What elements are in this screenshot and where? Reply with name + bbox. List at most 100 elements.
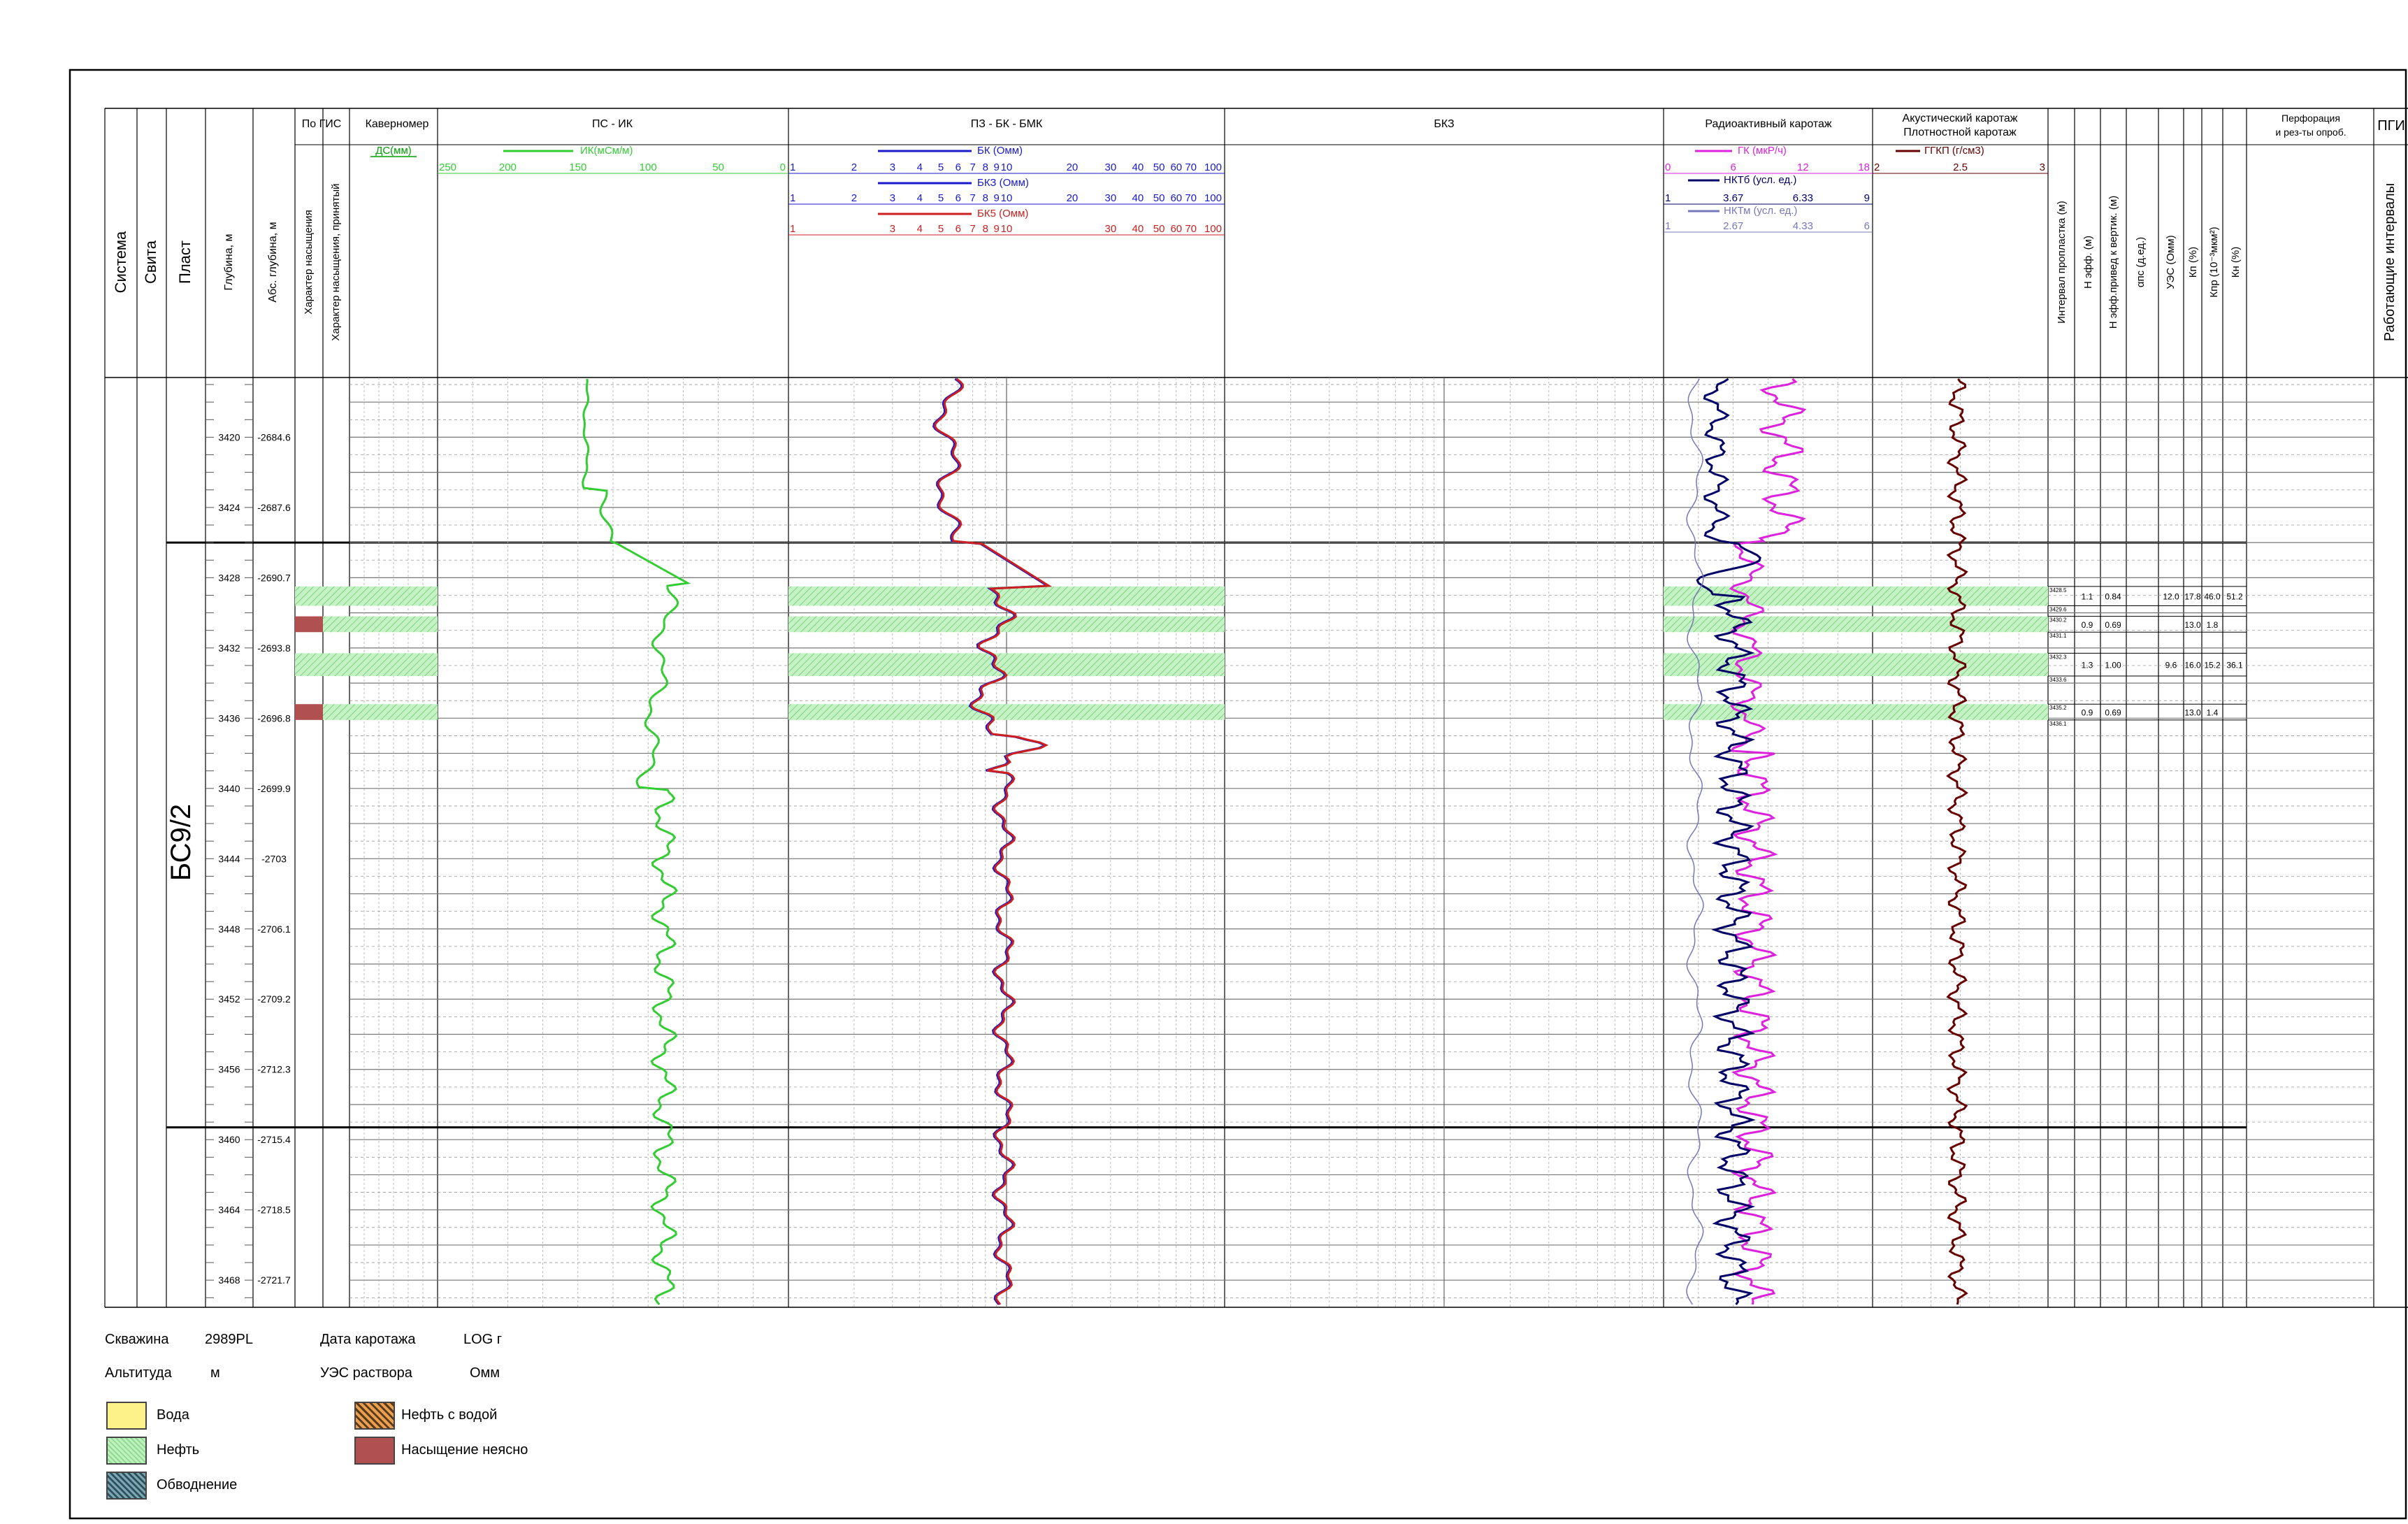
header-sat-char: Характер насыщения	[303, 210, 315, 315]
abs-depth-label: -2696.8	[257, 712, 291, 724]
header-plast: Пласт	[176, 240, 194, 284]
sat-by-gis-unclear	[295, 704, 323, 720]
mud-resistivity-unit: Омм	[470, 1365, 500, 1381]
layer-value: 15.2	[2204, 661, 2221, 670]
nktm-scale-tick: 2.67	[1723, 220, 1743, 232]
bk-scale-tick: 30	[1105, 161, 1117, 173]
depth-label: 3440	[218, 783, 240, 794]
track-title-resistivity: ПЗ - БК - БМК	[971, 118, 1043, 130]
legend-oil-label: Нефть	[157, 1442, 200, 1458]
layer-value: 1.00	[2105, 661, 2121, 670]
abs-depth-label: -2718.5	[257, 1205, 291, 1216]
gk-scale-tick: 6	[1730, 161, 1736, 173]
header-interval: Интервал пропластка (м)	[2056, 201, 2068, 324]
header-kp: Кп (%)	[2187, 247, 2199, 278]
layer-top-depth: 3430.2	[2049, 617, 2067, 624]
log-curves	[582, 378, 1968, 1305]
resistivity-oil-band	[788, 653, 1225, 677]
bk-scale-tick: 1	[790, 161, 795, 173]
layer-value: 51.2	[2226, 592, 2243, 602]
bkz-scale-tick: 2	[851, 192, 857, 204]
sat-accepted-oil	[323, 586, 438, 606]
abs-depth-label: -2693.8	[257, 642, 291, 654]
layer-value: 46.0	[2204, 592, 2221, 602]
track-title-po-gis: По ГИС	[302, 118, 342, 130]
layer-bottom-depth: 3433.6	[2049, 677, 2067, 683]
ik-scale-tick: 100	[640, 161, 657, 173]
bkz-scale-tick: 50	[1153, 192, 1165, 204]
legend-flooding-swatch	[106, 1472, 147, 1500]
ik-scale-tick: 150	[569, 161, 586, 173]
depth-label: 3464	[218, 1205, 240, 1216]
bkz-legend-label: БКЗ (Омм)	[977, 177, 1029, 189]
track-title-sp-ik: ПС - ИК	[592, 118, 633, 130]
layer-value: 0.69	[2105, 620, 2121, 630]
layer-top-depth: 3435.2	[2049, 705, 2067, 711]
bkz-scale-tick: 100	[1204, 192, 1222, 204]
track-title-bkz: БКЗ	[1434, 118, 1454, 130]
bk5-scale-tick: 70	[1185, 223, 1197, 235]
log-date-label: Дата каротажа	[320, 1332, 416, 1347]
layer-value: 0.69	[2105, 708, 2121, 718]
radio-oil-band	[1664, 616, 2048, 633]
well-label: Скважина	[105, 1332, 169, 1347]
ggkp-scale-tick: 2.5	[1953, 161, 1968, 173]
header-sat-accepted: Характер насыщения, принятый	[330, 183, 342, 340]
depth-label: 3428	[218, 572, 240, 583]
bk-scale-tick: 20	[1067, 161, 1079, 173]
layer-value: 36.1	[2226, 661, 2243, 670]
layer-value: 17.8	[2184, 592, 2201, 602]
layer-bottom-depth: 3431.1	[2049, 633, 2067, 639]
bk-scale-tick: 6	[956, 161, 961, 173]
layer-value: 16.0	[2184, 661, 2201, 670]
layer-value: 0.9	[2082, 708, 2093, 718]
track-title-acoustic: Акустический каротаж	[1903, 113, 2018, 124]
abs-depth-label: -2712.3	[257, 1064, 291, 1075]
legend-unclear-swatch	[354, 1437, 395, 1465]
gk-scale-tick: 12	[1797, 161, 1809, 173]
abs-depth-label: -2706.1	[257, 923, 291, 935]
mud-resistivity-label: УЭС раствора	[320, 1365, 412, 1381]
layer-bottom-depth: 3429.6	[2049, 607, 2067, 613]
track-title-caliper: Каверномер	[366, 118, 429, 130]
abs-depth-label: -2703	[261, 853, 287, 864]
legend-flooding-label: Обводнение	[157, 1477, 238, 1493]
bk-scale-tick: 100	[1204, 161, 1222, 173]
depth-grid	[206, 378, 2374, 1307]
layer-value: 9.6	[2165, 661, 2177, 670]
legend-water-label: Вода	[157, 1407, 189, 1423]
header-kpr: Кпр (10⁻³мкм²)	[2208, 227, 2220, 297]
bkz-scale-tick: 8	[983, 192, 988, 204]
header-uez: УЭС (Омм)	[2165, 235, 2177, 289]
ik-scale-tick: 50	[712, 161, 724, 173]
track-title-radioactive: Радиоактивный каротаж	[1705, 118, 1832, 130]
layer-bottom-depth: 3436.1	[2049, 721, 2067, 727]
layer-value: 1.3	[2082, 661, 2093, 670]
legend-area: Скважина 2989PL Дата каротажа LOG г Альт…	[105, 1325, 944, 1507]
track-title-test-results: и рез-ты опроб.	[2275, 127, 2346, 138]
bkz-scale-tick: 30	[1105, 192, 1117, 204]
bkz-scale-tick: 4	[917, 192, 923, 204]
bk5-scale-tick: 100	[1204, 223, 1222, 235]
bkz-scale-tick: 10	[1001, 192, 1013, 204]
ggkp-curve	[1946, 378, 1968, 1305]
track-title-density: Плотностной каротаж	[1903, 127, 2017, 138]
header-sistema: Система	[112, 231, 129, 293]
sat-accepted-oil	[323, 653, 438, 677]
bk5-scale-tick: 5	[938, 223, 944, 235]
track-title-perforation: Перфорация	[2281, 113, 2340, 124]
legend-oil-water-label: Нефть с водой	[401, 1407, 498, 1423]
gk-scale-tick: 0	[1665, 161, 1671, 173]
bk5-scale-tick: 30	[1105, 223, 1117, 235]
bk5-scale-tick: 4	[917, 223, 923, 235]
bk-scale-tick: 5	[938, 161, 944, 173]
well-log-diagram: 3428.53429.61.1 0.84 12.0 17.8 46.0 51.23430.…	[69, 69, 2408, 1520]
legend-oil-water-swatch	[354, 1402, 395, 1430]
bk-scale-tick: 2	[851, 161, 857, 173]
resistivity-oil-band	[788, 704, 1225, 720]
bk5-scale-tick: 1	[790, 223, 795, 235]
radio-oil-band	[1664, 704, 2048, 720]
header-alpha: αпс (д.ед.)	[2135, 237, 2147, 287]
bk5-scale-tick: 3	[890, 223, 895, 235]
sat-by-gis-oil	[295, 586, 323, 606]
